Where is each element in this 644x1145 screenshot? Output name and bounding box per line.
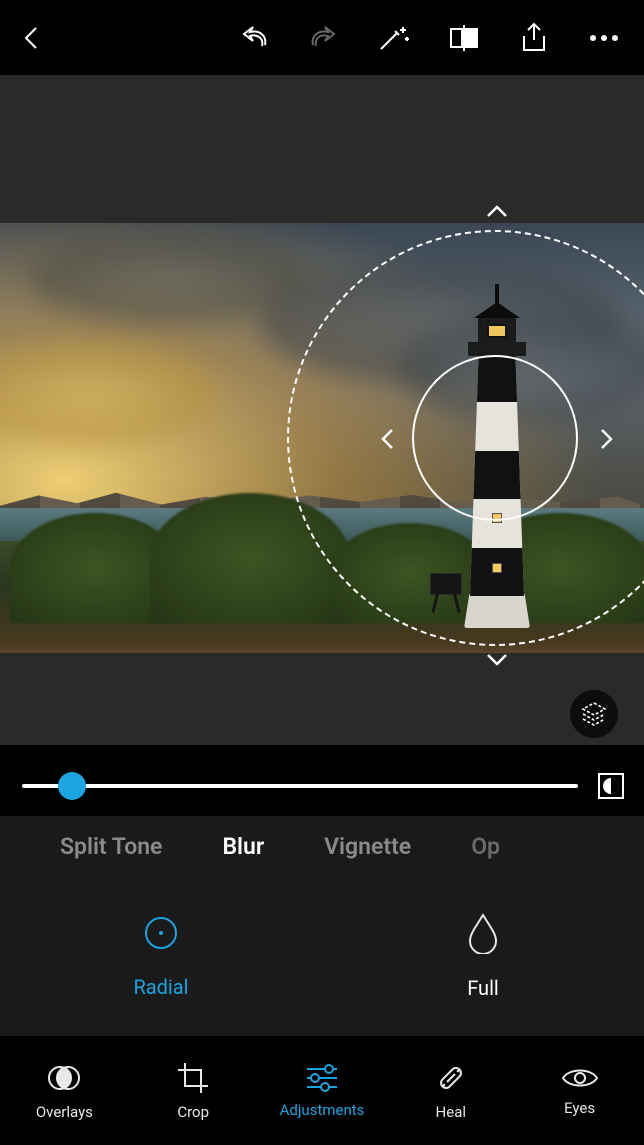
blur-amount-slider[interactable] bbox=[22, 784, 578, 788]
more-icon bbox=[589, 34, 619, 42]
crop-icon bbox=[176, 1061, 210, 1095]
nav-label: Overlays bbox=[36, 1103, 93, 1121]
blur-type-radial[interactable]: Radial bbox=[0, 876, 322, 1036]
layers-button[interactable] bbox=[570, 690, 618, 738]
radial-icon bbox=[141, 913, 181, 953]
adjustments-icon bbox=[305, 1063, 339, 1093]
share-icon bbox=[520, 22, 548, 54]
heal-icon bbox=[434, 1061, 468, 1095]
invert-icon bbox=[597, 772, 625, 800]
undo-button[interactable] bbox=[234, 18, 274, 58]
radial-handle-right[interactable] bbox=[600, 428, 614, 454]
undo-icon bbox=[238, 25, 270, 51]
chevron-up-icon bbox=[486, 204, 508, 218]
back-icon bbox=[22, 24, 42, 52]
chevron-right-icon bbox=[600, 428, 614, 450]
invert-mask-button[interactable] bbox=[596, 771, 626, 801]
chevron-down-icon bbox=[486, 653, 508, 667]
nav-label: Heal bbox=[436, 1103, 466, 1121]
blur-type-full[interactable]: Full bbox=[322, 876, 644, 1036]
radial-handle-down[interactable] bbox=[486, 652, 508, 671]
more-button[interactable] bbox=[584, 18, 624, 58]
nav-adjustments[interactable]: Adjustments bbox=[258, 1037, 387, 1145]
auto-enhance-button[interactable] bbox=[374, 18, 414, 58]
auto-enhance-icon bbox=[377, 23, 411, 53]
nav-crop[interactable]: Crop bbox=[129, 1037, 258, 1145]
eyes-icon bbox=[561, 1065, 599, 1091]
blur-type-label: Full bbox=[467, 976, 499, 1000]
adjustment-tab-next-edge[interactable]: Op bbox=[441, 833, 500, 860]
nav-heal[interactable]: Heal bbox=[386, 1037, 515, 1145]
chevron-left-icon bbox=[380, 428, 394, 450]
nav-label: Adjustments bbox=[280, 1101, 365, 1119]
compare-icon bbox=[448, 24, 480, 52]
blur-type-options: Radial Full bbox=[0, 876, 644, 1036]
drop-icon bbox=[466, 912, 500, 954]
back-button[interactable] bbox=[12, 18, 52, 58]
overlays-icon bbox=[47, 1061, 81, 1095]
radial-inner-ring[interactable] bbox=[412, 355, 578, 521]
bottom-nav: Overlays Crop Adjustments Heal Eyes bbox=[0, 1037, 644, 1145]
compare-button[interactable] bbox=[444, 18, 484, 58]
adjustment-tab-blur[interactable]: Blur bbox=[192, 833, 294, 860]
radial-handle-up[interactable] bbox=[486, 203, 508, 222]
layers-icon bbox=[580, 700, 608, 728]
adjustment-tab-split-tone[interactable]: Split Tone bbox=[30, 833, 192, 860]
nav-label: Eyes bbox=[564, 1099, 595, 1117]
nav-label: Crop bbox=[177, 1103, 209, 1121]
nav-overlays[interactable]: Overlays bbox=[0, 1037, 129, 1145]
redo-icon bbox=[308, 25, 340, 51]
share-button[interactable] bbox=[514, 18, 554, 58]
adjustment-tabs: Split Tone Blur Vignette Op bbox=[0, 816, 644, 876]
blur-type-label: Radial bbox=[133, 975, 188, 999]
blur-amount-row bbox=[0, 756, 644, 816]
radial-handle-left[interactable] bbox=[380, 428, 394, 454]
slider-thumb[interactable] bbox=[58, 772, 86, 800]
adjustment-tab-vignette[interactable]: Vignette bbox=[294, 833, 441, 860]
top-toolbar bbox=[0, 0, 644, 75]
nav-eyes[interactable]: Eyes bbox=[515, 1037, 644, 1145]
redo-button[interactable] bbox=[304, 18, 344, 58]
